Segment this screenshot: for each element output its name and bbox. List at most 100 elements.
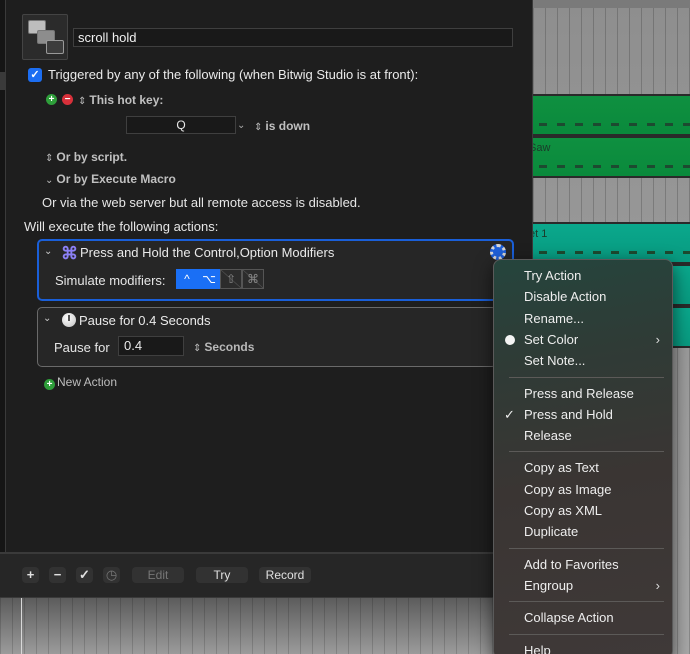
by-script-popup[interactable]: ⇕ Or by script.: [45, 150, 127, 164]
new-action-label: New Action: [57, 375, 118, 389]
menu-item-collapse-action[interactable]: Collapse Action: [494, 607, 672, 628]
menu-item-press-and-release[interactable]: Press and Release: [494, 383, 672, 404]
menu-item-help[interactable]: Help: [494, 640, 672, 654]
by-execute-macro-toggle[interactable]: ⌄ Or by Execute Macro: [45, 172, 176, 186]
modifier-toggles: ^ ⌥ ⇧ ⌘: [176, 269, 264, 289]
menu-item-label: Copy as XML: [524, 503, 603, 518]
menu-item-copy-as-xml[interactable]: Copy as XML: [494, 500, 672, 521]
clock-button[interactable]: ◷: [103, 567, 120, 583]
enable-button[interactable]: ✓: [76, 567, 93, 583]
menu-separator: [509, 376, 664, 378]
menu-item-label: Release: [524, 428, 572, 444]
daw-clip-preset: et 1: [533, 222, 690, 264]
menu-item-copy-as-text[interactable]: Copy as Text: [494, 457, 672, 478]
menu-item-label: Press and Release: [524, 385, 634, 401]
record-button[interactable]: Record: [259, 567, 311, 583]
web-server-note: Or via the web server but all remote acc…: [42, 195, 361, 210]
remove-button[interactable]: −: [49, 567, 66, 583]
daw-clip-saw: Saw: [533, 136, 690, 178]
menu-item-label: Set Color: [524, 331, 579, 347]
macro-editor: scroll hold ✓ Triggered by any of the fo…: [6, 0, 533, 552]
menu-item-label: Set Note...: [524, 353, 586, 369]
chevron-down-icon[interactable]: ⌄: [44, 246, 52, 257]
menu-item-press-and-hold[interactable]: ✓ Press and Hold: [494, 404, 672, 425]
edit-button[interactable]: Edit: [132, 567, 184, 583]
option-modifier-toggle[interactable]: ⌥: [198, 269, 220, 289]
macro-icon[interactable]: [22, 14, 68, 60]
checkmark-icon: ✓: [504, 406, 515, 422]
command-icon: ⌘: [61, 244, 78, 263]
menu-item-label: Collapse Action: [524, 610, 614, 626]
remove-trigger-button[interactable]: −: [62, 94, 73, 105]
menu-item-label: Try Action: [524, 268, 582, 283]
menu-item-try-action[interactable]: Try Action: [494, 265, 672, 286]
macro-list-selection[interactable]: [0, 72, 5, 90]
chevron-down-icon: ⌄: [45, 175, 54, 186]
color-dot-icon: [505, 334, 515, 345]
clip-notes: [539, 165, 690, 168]
updown-icon: ⇕: [193, 343, 202, 354]
macro-name-field[interactable]: scroll hold: [73, 28, 513, 47]
menu-separator: [509, 547, 664, 549]
menu-item-add-to-favorites[interactable]: Add to Favorites: [494, 554, 672, 575]
menu-item-release[interactable]: Release: [494, 425, 672, 446]
chevron-down-icon[interactable]: ⌄: [237, 120, 245, 131]
trigger-type-label: This hot key:: [89, 93, 164, 107]
action-title: Press and Hold the Control,Option Modifi…: [80, 245, 335, 260]
time-unit-popup[interactable]: ⇕ Seconds: [193, 340, 254, 354]
menu-item-duplicate[interactable]: Duplicate: [494, 521, 672, 542]
trigger-checkbox[interactable]: ✓: [28, 68, 42, 82]
action-title: Pause for 0.4 Seconds: [79, 313, 211, 328]
new-action-button[interactable]: + New Action: [44, 375, 117, 390]
menu-separator: [509, 451, 664, 453]
menu-item-label: Help: [524, 642, 551, 654]
daw-clip-1: [533, 94, 690, 136]
chevron-down-icon[interactable]: ⌄: [43, 313, 51, 324]
clip-notes: [539, 123, 690, 126]
menu-item-label: Copy as Text: [524, 460, 599, 476]
action-pause[interactable]: ⌄ Pause for 0.4 Seconds Pause for 0.4 ⇕ S…: [37, 307, 497, 367]
chevron-right-icon: ›: [655, 331, 660, 347]
updown-icon: ⇕: [78, 96, 87, 107]
plus-icon: +: [44, 379, 55, 390]
control-modifier-toggle[interactable]: ^: [176, 269, 198, 289]
add-trigger-button[interactable]: +: [46, 94, 57, 105]
menu-item-rename[interactable]: Rename...: [494, 308, 672, 329]
try-button[interactable]: Try: [196, 567, 248, 583]
shift-modifier-toggle[interactable]: ⇧: [220, 269, 242, 289]
updown-icon: ⇕: [254, 122, 263, 133]
daw-background-bottom: [0, 598, 533, 654]
menu-item-copy-as-image[interactable]: Copy as Image: [494, 479, 672, 500]
by-execute-macro-label: Or by Execute Macro: [56, 172, 176, 186]
menu-item-disable-action[interactable]: Disable Action: [494, 286, 672, 307]
gear-icon[interactable]: [490, 244, 506, 260]
menu-separator: [509, 601, 664, 603]
menu-item-label: Disable Action: [524, 289, 607, 305]
menu-item-label: Duplicate: [524, 524, 579, 540]
window-glyph: [46, 40, 64, 54]
bottom-toolbar: + − ✓ ◷ Edit Try Record: [0, 552, 533, 598]
by-script-label: Or by script.: [56, 150, 128, 164]
trigger-label: Triggered by any of the following (when …: [48, 67, 419, 82]
menu-separator: [509, 633, 664, 635]
menu-item-label: Engroup: [524, 577, 574, 593]
menu-item-label: Rename...: [524, 310, 584, 326]
clock-icon: [62, 313, 76, 327]
key-state-popup[interactable]: ⇕ is down: [254, 119, 310, 133]
action-press-and-hold[interactable]: ⌄ ⌘ Press and Hold the Control,Option Mo…: [37, 239, 514, 301]
daw-ruler: [533, 0, 690, 8]
menu-item-label: Press and Hold: [524, 406, 613, 422]
time-unit-label: Seconds: [204, 340, 255, 354]
chevron-right-icon: ›: [655, 577, 660, 593]
menu-item-engroup[interactable]: Engroup ›: [494, 575, 672, 596]
pause-duration-field[interactable]: 0.4: [118, 336, 184, 356]
menu-item-set-color[interactable]: Set Color ›: [494, 329, 672, 350]
actions-heading: Will execute the following actions:: [24, 219, 219, 234]
trigger-type-popup[interactable]: ⇕ This hot key:: [78, 93, 163, 107]
command-modifier-toggle[interactable]: ⌘: [242, 269, 264, 289]
action-context-menu: Try Action Disable Action Rename... Set Col…: [493, 259, 673, 654]
menu-item-set-note[interactable]: Set Note...: [494, 350, 672, 371]
add-button[interactable]: +: [22, 567, 39, 583]
key-state-label: is down: [265, 119, 311, 133]
hot-key-field[interactable]: Q: [126, 116, 236, 134]
